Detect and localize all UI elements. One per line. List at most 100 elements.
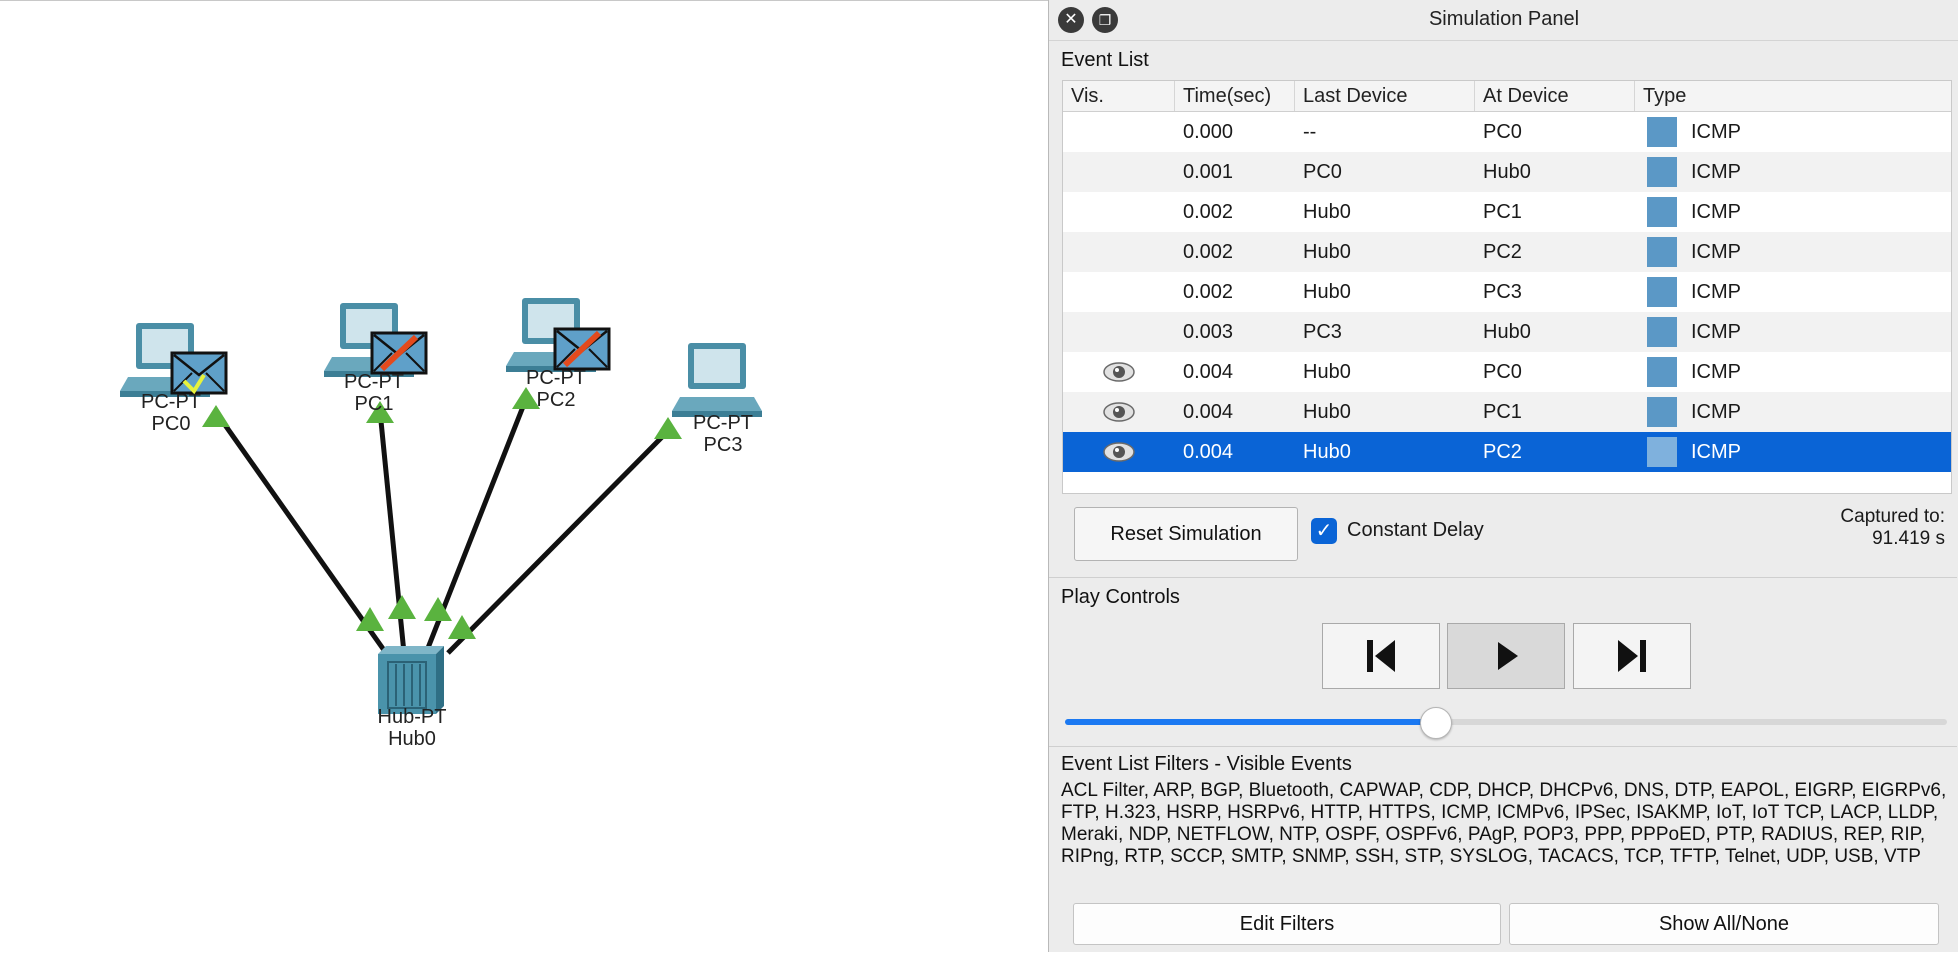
last-device-cell: PC3	[1303, 320, 1342, 343]
column-header-time[interactable]: Time(sec)	[1175, 81, 1295, 111]
topology-canvas	[120, 298, 762, 714]
type-label: ICMP	[1691, 160, 1741, 183]
envelope-icon[interactable]	[170, 351, 228, 395]
table-header: Vis. Time(sec) Last Device At Device Typ…	[1063, 81, 1951, 112]
last-device-cell: Hub0	[1303, 280, 1351, 303]
table-row[interactable]: 0.004 Hub0 PC2 ICMP	[1063, 432, 1951, 472]
type-cell: ICMP	[1635, 437, 1951, 467]
envelope-icon[interactable]	[370, 331, 428, 375]
type-cell: ICMP	[1635, 237, 1951, 267]
skip-back-button[interactable]	[1322, 623, 1440, 689]
device-type-label: PC-PT	[693, 412, 753, 434]
eye-icon[interactable]	[1102, 401, 1136, 423]
last-device-cell: --	[1303, 120, 1317, 143]
time-cell: 0.000	[1183, 120, 1234, 143]
pc0-label: PC-PT PC0	[141, 391, 201, 435]
hub0-icon[interactable]	[378, 646, 444, 714]
at-device-cell: PC1	[1483, 200, 1522, 223]
time-cell: 0.002	[1183, 240, 1234, 263]
type-label: ICMP	[1691, 120, 1741, 143]
eye-icon[interactable]	[1102, 361, 1136, 383]
type-cell: ICMP	[1635, 277, 1951, 307]
time-cell: 0.004	[1183, 360, 1234, 383]
constant-delay-checkbox[interactable]: ✓	[1311, 518, 1337, 544]
event-rows: 0.000 -- PC0 ICMP 0.001 PC0 Hub0 ICMP 0.002 Hub0 P…	[1063, 112, 1951, 472]
column-header-at-device[interactable]: At Device	[1475, 81, 1635, 111]
link-status-indicators	[202, 387, 682, 639]
column-header-last-device[interactable]: Last Device	[1295, 81, 1475, 111]
reset-simulation-button[interactable]: Reset Simulation	[1074, 507, 1298, 561]
time-cell: 0.002	[1183, 200, 1234, 223]
at-device-cell: PC2	[1483, 240, 1522, 263]
type-cell: ICMP	[1635, 197, 1951, 227]
last-device-cell: Hub0	[1303, 360, 1351, 383]
type-label: ICMP	[1691, 360, 1741, 383]
table-row[interactable]: 0.001 PC0 Hub0 ICMP	[1063, 152, 1951, 192]
at-device-cell: PC0	[1483, 120, 1522, 143]
table-row[interactable]: 0.004 Hub0 PC1 ICMP	[1063, 392, 1951, 432]
time-cell: 0.004	[1183, 440, 1234, 463]
time-cell: 0.001	[1183, 160, 1234, 183]
speed-slider[interactable]	[1065, 707, 1947, 739]
time-cell: 0.004	[1183, 400, 1234, 423]
event-list-table[interactable]: Vis. Time(sec) Last Device At Device Typ…	[1062, 80, 1952, 494]
last-device-cell: Hub0	[1303, 240, 1351, 263]
type-cell: ICMP	[1635, 357, 1951, 387]
event-list-label: Event List	[1061, 49, 1149, 71]
vis-cell[interactable]	[1063, 441, 1175, 463]
captured-to-label: Captured to:	[1840, 506, 1945, 527]
play-button[interactable]	[1447, 623, 1565, 689]
at-device-cell: Hub0	[1483, 320, 1531, 343]
type-color-swatch	[1647, 157, 1677, 187]
captured-to: Captured to: 91.419 s	[1840, 506, 1945, 550]
type-color-swatch	[1647, 357, 1677, 387]
table-row[interactable]: 0.003 PC3 Hub0 ICMP	[1063, 312, 1951, 352]
type-cell: ICMP	[1635, 317, 1951, 347]
device-type-label: Hub-PT	[377, 706, 447, 728]
at-device-cell: Hub0	[1483, 160, 1531, 183]
skip-forward-icon	[1618, 640, 1646, 672]
last-device-cell: Hub0	[1303, 200, 1351, 223]
eye-icon[interactable]	[1102, 441, 1136, 463]
filters-label: Event List Filters - Visible Events	[1061, 753, 1352, 775]
captured-to-value: 91.419 s	[1872, 528, 1945, 549]
type-color-swatch	[1647, 397, 1677, 427]
panel-title: Simulation Panel	[1428, 8, 1580, 30]
type-label: ICMP	[1691, 440, 1741, 463]
pc3-icon[interactable]	[672, 343, 762, 417]
table-row[interactable]: 0.002 Hub0 PC2 ICMP	[1063, 232, 1951, 272]
vis-cell[interactable]	[1063, 361, 1175, 383]
at-device-cell: PC1	[1483, 400, 1522, 423]
table-row[interactable]: 0.002 Hub0 PC3 ICMP	[1063, 272, 1951, 312]
play-controls-label: Play Controls	[1061, 586, 1180, 608]
type-cell: ICMP	[1635, 397, 1951, 427]
envelope-icon[interactable]	[553, 327, 611, 371]
device-type-label: PC-PT	[141, 391, 201, 413]
column-header-vis[interactable]: Vis.	[1063, 81, 1175, 111]
at-device-cell: PC2	[1483, 440, 1522, 463]
pc1-label: PC-PT PC1	[344, 371, 404, 415]
type-color-swatch	[1647, 317, 1677, 347]
device-type-label: PC-PT	[344, 371, 404, 393]
type-color-swatch	[1647, 277, 1677, 307]
speed-slider-fill	[1065, 719, 1436, 725]
type-color-swatch	[1647, 197, 1677, 227]
show-all-none-button[interactable]: Show All/None	[1509, 903, 1939, 945]
last-device-cell: PC0	[1303, 160, 1342, 183]
table-row[interactable]: 0.000 -- PC0 ICMP	[1063, 112, 1951, 152]
pc2-label: PC-PT PC2	[526, 367, 586, 411]
vis-cell[interactable]	[1063, 401, 1175, 423]
device-name-label: PC2	[536, 389, 576, 411]
last-device-cell: Hub0	[1303, 400, 1351, 423]
skip-forward-button[interactable]	[1573, 623, 1691, 689]
device-name-label: PC1	[354, 393, 394, 415]
table-row[interactable]: 0.002 Hub0 PC1 ICMP	[1063, 192, 1951, 232]
table-row[interactable]: 0.004 Hub0 PC0 ICMP	[1063, 352, 1951, 392]
type-label: ICMP	[1691, 280, 1741, 303]
skip-back-icon	[1367, 640, 1395, 672]
topology-workspace[interactable]: PC-PT PC0 PC-PT PC1 PC-PT PC2 PC-PT PC3 …	[0, 0, 1048, 953]
panel-titlebar[interactable]: ✕ ❐ Simulation Panel	[1049, 0, 1958, 41]
column-header-type[interactable]: Type	[1635, 81, 1951, 111]
device-type-label: PC-PT	[526, 367, 586, 389]
edit-filters-button[interactable]: Edit Filters	[1073, 903, 1501, 945]
